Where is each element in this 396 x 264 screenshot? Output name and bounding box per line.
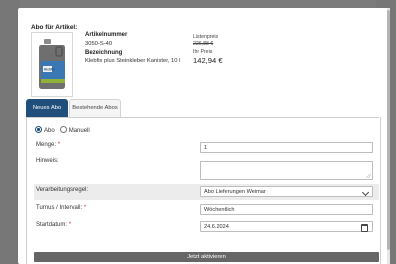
calendar-icon[interactable] (361, 224, 368, 232)
section-title: Abo für Artikel: (31, 24, 78, 31)
subscription-type-group: Abo Manuell (35, 126, 90, 136)
your-price: 142,94 € (193, 56, 223, 65)
quantity-input[interactable]: 1 (200, 142, 373, 153)
product-description: Klebfix plus Steinkleber Kanister, 10 l (85, 58, 181, 64)
tab-bar: Neues Abo Bestehende Abos (26, 99, 379, 118)
start-date-value: 24.6.2024 (204, 224, 229, 230)
article-number: 3050-S-40 (85, 41, 113, 47)
your-price-label: Ihr Preis (193, 49, 213, 55)
processing-rule-select[interactable]: Abo Lieferungen Weimar (200, 186, 373, 197)
note-textarea[interactable] (200, 161, 373, 180)
start-date-input[interactable]: 24.6.2024 (200, 221, 373, 232)
modal-backdrop-left (0, 0, 20, 264)
subscription-modal: Abo für Artikel: Klebfix Artikelnummer 3… (18, 8, 389, 264)
note-label: Hinweis: (36, 158, 59, 164)
radio-manual-label: Manuell (68, 128, 90, 134)
article-number-label: Artikelnummer (85, 32, 128, 38)
interval-label: Turnus / Intervall: * (36, 205, 87, 211)
description-label: Bezeichnung (85, 50, 123, 56)
list-price-label: Listenpreis (193, 34, 219, 40)
interval-select[interactable]: Wöchentlich (200, 204, 373, 215)
radio-abo-label: Abo (44, 128, 55, 134)
start-date-label: Startdatum: * (36, 222, 72, 228)
radio-abo[interactable] (35, 126, 42, 133)
processing-rule-label: Verarbeitungsregel: (36, 187, 89, 193)
interval-value: Wöchentlich (204, 207, 235, 213)
tab-new-subscription[interactable]: Neues Abo (26, 99, 68, 117)
quantity-label: Menge: * (36, 142, 61, 148)
resize-grip-icon[interactable] (366, 173, 371, 178)
canister-image: Klebfix (39, 39, 65, 89)
processing-rule-value: Abo Lieferungen Weimar (204, 189, 266, 195)
scrollbar-thumb[interactable] (387, 10, 390, 250)
tab-existing-subscriptions[interactable]: Bestehende Abos (69, 99, 121, 117)
radio-manual[interactable] (59, 126, 67, 133)
chevron-down-icon (361, 188, 370, 197)
list-price: 226,88 € (193, 41, 214, 47)
activate-button[interactable]: Jetzt aktivieren (34, 252, 379, 262)
product-image: Klebfix (31, 32, 73, 97)
canister-brand-text: Klebfix (44, 68, 55, 72)
